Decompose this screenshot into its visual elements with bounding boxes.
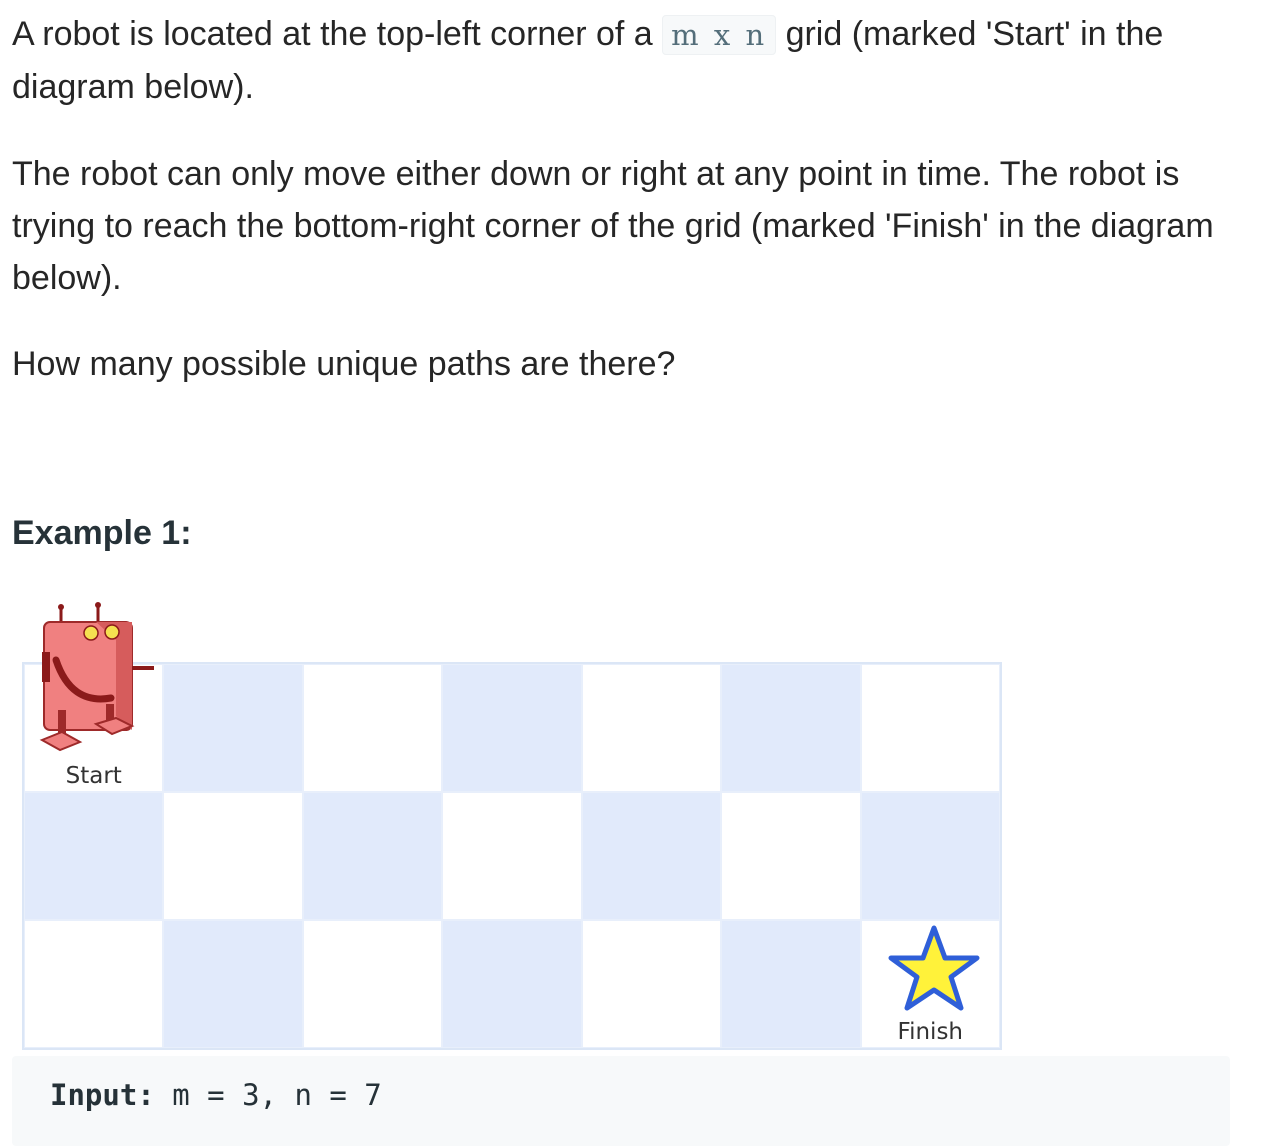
grid-cell: [581, 792, 722, 920]
star-icon: [888, 925, 980, 1011]
input-label: Input:: [50, 1078, 155, 1112]
finish-label: Finish: [897, 1019, 964, 1045]
movement-paragraph: The robot can only move either down or r…: [12, 155, 1214, 297]
question-paragraph: How many possible unique paths are there…: [12, 345, 676, 383]
start-label: Start: [65, 763, 122, 789]
grid-cell: [860, 664, 1000, 792]
example-io-box: Input: m = 3, n = 7: [12, 1056, 1230, 1146]
grid-cell: [860, 792, 1000, 920]
grid-cell: [163, 664, 303, 792]
grid-cell: [442, 664, 582, 792]
grid-cell: [442, 792, 582, 920]
grid-size-code: m x n: [662, 15, 777, 55]
grid-cell: [721, 664, 861, 792]
input-value: m = 3, n = 7: [154, 1078, 382, 1112]
grid-cell: [302, 664, 443, 792]
grid-cell: [442, 920, 582, 1048]
grid-cell: [163, 920, 303, 1048]
grid-cell: [581, 664, 722, 792]
grid-cell: [302, 920, 443, 1048]
intro-paragraph: A robot is located at the top-left corne…: [12, 8, 1232, 113]
grid-cell: [581, 920, 722, 1048]
example-input-line: Input: m = 3, n = 7: [50, 1078, 382, 1112]
robot-icon: [39, 602, 154, 752]
grid-cell: [721, 792, 861, 920]
grid-cell: [721, 920, 861, 1048]
intro-text: A robot is located at the top-left corne…: [12, 15, 663, 53]
grid-cell: [24, 792, 164, 920]
grid-cell: [302, 792, 443, 920]
grid-cell: [163, 792, 303, 920]
grid-cell: [24, 920, 164, 1048]
example-grid: Start Finish: [22, 662, 1002, 1050]
example-heading: Example 1:: [12, 514, 192, 552]
